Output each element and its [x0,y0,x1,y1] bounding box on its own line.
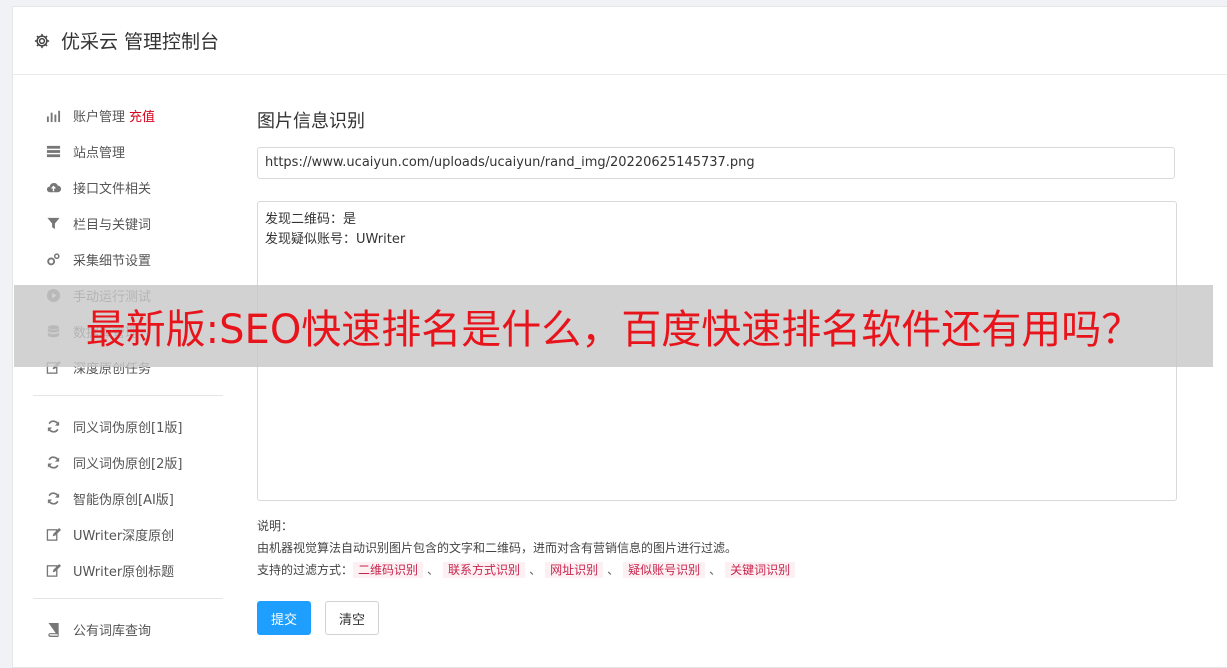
overlay-banner: 最新版:SEO快速排名是什么，百度快速排名软件还有用吗？ [14,285,1213,367]
filter-sep: 、 [607,563,620,577]
edit-icon [45,562,61,578]
sidebar-item[interactable]: 站点管理 [33,133,223,169]
server-icon [45,143,61,159]
desc-label: 说明： [257,519,294,533]
overlay-text: 最新版:SEO快速排名是什么，百度快速排名软件还有用吗？ [85,307,1142,353]
sidebar-item[interactable]: 接口文件相关 [33,169,223,205]
filter-sep: 、 [427,563,440,577]
sidebar-item[interactable]: 栏目与关键词 [33,205,223,241]
sidebar-item-label: 账户管理 [73,109,126,125]
sidebar: 账户管理充值站点管理接口文件相关栏目与关键词采集细节设置手动运行测试数据库管理深… [33,97,223,647]
cloud-upload-icon [45,179,61,195]
result-line: 发现二维码：是 [265,212,357,227]
filter-tag: 网址识别 [545,562,604,578]
sidebar-divider [33,598,223,599]
sidebar-item-label: 同义词伪原创[2版] [73,456,183,472]
sidebar-item-label: 公有词库查询 [73,623,152,639]
recharge-link[interactable]: 充值 [129,106,155,125]
filter-tag: 二维码识别 [353,562,424,578]
clear-button[interactable]: 清空 [325,601,379,635]
filter-methods: 支持的过滤方式： 二维码识别、联系方式识别、网址识别、疑似账号识别、关键词识别 [257,559,1177,581]
sidebar-item-label: 智能伪原创[AI版] [73,492,174,508]
sidebar-item[interactable]: UWriter原创标题 [33,552,223,588]
sidebar-item-label: 接口文件相关 [73,181,152,197]
refresh-icon [45,490,61,506]
header: 优采云 管理控制台 [13,7,1227,75]
filter-label: 支持的过滤方式： [257,563,354,577]
sidebar-item[interactable]: 公有词库查询 [33,611,223,647]
desc-text: 由机器视觉算法自动识别图片包含的文字和二维码，进而对含有营销信息的图片进行过滤。 [257,541,738,555]
cogs-icon [45,251,61,267]
filter-tag: 关键词识别 [725,562,796,578]
sidebar-divider [33,395,223,396]
section-title: 图片信息识别 [257,111,365,132]
edit-icon [45,526,61,542]
sidebar-item-label: 栏目与关键词 [73,217,152,233]
image-url-input[interactable]: https://www.ucaiyun.com/uploads/ucaiyun/… [257,147,1175,179]
filter-icon [45,215,61,231]
sidebar-item[interactable]: UWriter深度原创 [33,516,223,552]
filter-sep: 、 [529,563,542,577]
sidebar-item-label: 采集细节设置 [73,253,152,269]
sidebar-item[interactable]: 同义词伪原创[2版] [33,444,223,480]
sidebar-item[interactable]: 智能伪原创[AI版] [33,480,223,516]
button-row: 提交 清空 [257,601,1177,635]
refresh-icon [45,454,61,470]
filter-tag: 疑似账号识别 [623,562,706,578]
result-line: 发现疑似账号：UWriter [265,232,406,247]
filter-tag: 联系方式识别 [443,562,526,578]
sidebar-item-label: UWriter原创标题 [73,564,175,580]
sidebar-item-label: 同义词伪原创[1版] [73,420,183,436]
sidebar-item[interactable]: 采集细节设置 [33,241,223,277]
page-title: 优采云 管理控制台 [61,31,220,53]
gear-icon [33,32,51,50]
sidebar-item[interactable]: 同义词伪原创[1版] [33,408,223,444]
main-panel: 图片信息识别 https://www.ucaiyun.com/uploads/u… [257,107,1177,635]
submit-button[interactable]: 提交 [257,601,311,635]
sidebar-item[interactable]: 账户管理 充值 [33,97,223,133]
book-icon [45,621,61,637]
sidebar-item-label: UWriter深度原创 [73,528,175,544]
description: 说明： 由机器视觉算法自动识别图片包含的文字和二维码，进而对含有营销信息的图片进… [257,515,1177,581]
sidebar-item-label: 站点管理 [73,145,126,161]
bar-chart-icon [45,107,61,123]
filter-sep: 、 [709,563,722,577]
refresh-icon [45,418,61,434]
